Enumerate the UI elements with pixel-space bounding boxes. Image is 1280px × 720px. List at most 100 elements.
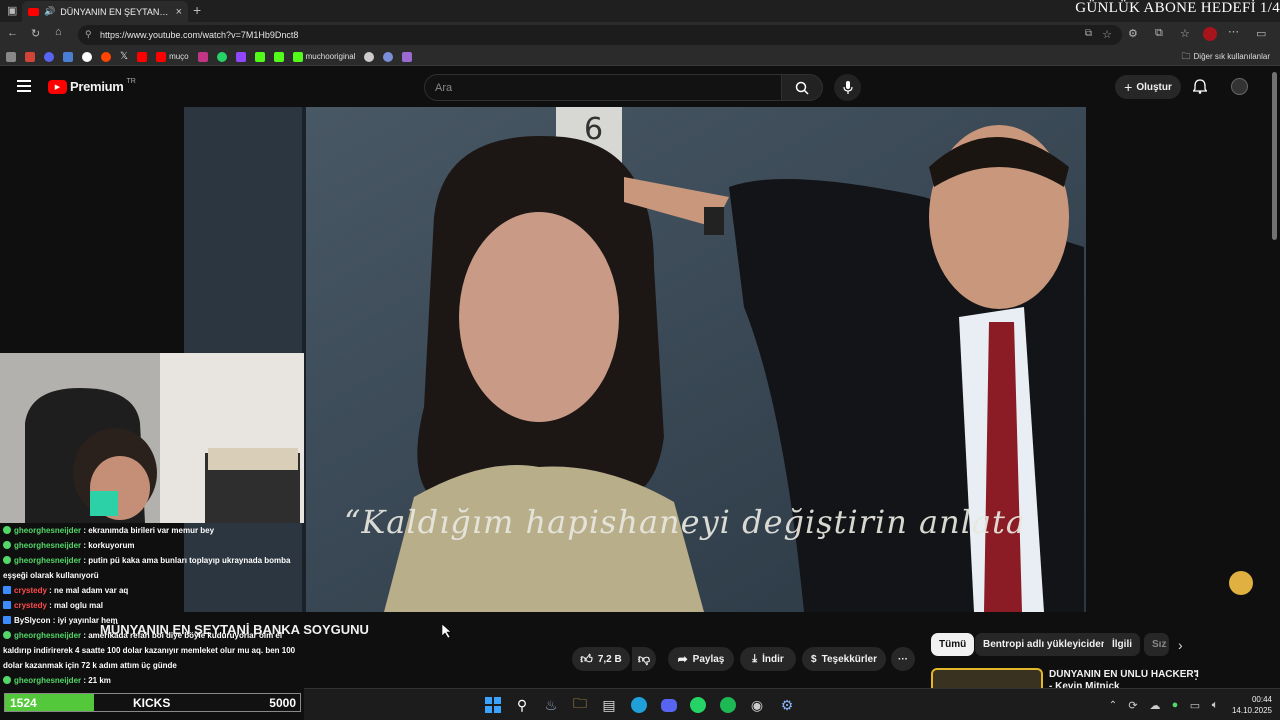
chip-related[interactable]: İlgili (1104, 633, 1140, 656)
youtube-play-icon: ▶ (48, 79, 67, 94)
chat-username: gheorghesneijder (14, 541, 82, 550)
app-install-icon[interactable]: ⧉ (1085, 28, 1092, 39)
more-actions-button[interactable]: ··· (891, 647, 915, 671)
bookmark-6[interactable]: 𝕏 (120, 51, 128, 62)
window-menu-icon[interactable]: ▣ (7, 4, 17, 17)
other-bookmarks[interactable]: 🗀 Diğer sık kullanılanlar (1182, 49, 1271, 65)
chat-badge-icon (3, 526, 11, 534)
bookmark-10[interactable] (254, 51, 265, 62)
share-button[interactable]: ➦ Paylaş (668, 647, 734, 671)
chip-uploader[interactable]: Bentropi adlı yükleyiciden (975, 633, 1115, 656)
audio-playing-icon[interactable]: 🔊 (44, 6, 55, 17)
other-bookmarks-label: Diğer sık kullanılanlar (1193, 52, 1270, 61)
video-player[interactable]: 6 “Kaldığım hapishaneyi değiştirin anlat… (184, 107, 1086, 612)
search-input[interactable]: Ara (424, 74, 782, 101)
network-icon[interactable]: ▭ (1186, 696, 1204, 714)
volume-icon[interactable]: 🔈︎ (1206, 696, 1224, 714)
plus-icon: + (1124, 79, 1133, 95)
kick-icon (254, 51, 265, 62)
home-icon[interactable]: ⌂ (55, 26, 62, 38)
extensions-icon[interactable]: ⚙ (1128, 27, 1138, 40)
spotify-icon[interactable] (719, 696, 737, 714)
share-label: Paylaş (692, 653, 725, 665)
search-button[interactable] (781, 74, 823, 101)
bookmark-14[interactable] (402, 51, 413, 62)
bookmark-2[interactable] (44, 51, 54, 62)
menu-icon[interactable] (17, 80, 31, 92)
back-icon[interactable]: ← (7, 27, 18, 39)
edge-icon[interactable] (630, 696, 648, 714)
chat-separator: : (46, 601, 55, 610)
youtube-logo[interactable]: ▶ Premium TR (48, 78, 136, 94)
whatsapp-icon[interactable] (689, 696, 707, 714)
tray-expand-icon[interactable]: ⌃ (1104, 696, 1122, 714)
reload-icon[interactable]: ↻ (31, 27, 40, 40)
bookmark-12[interactable] (364, 51, 375, 62)
profile-avatar[interactable] (1203, 27, 1217, 41)
bookmark-muco[interactable]: muço (156, 51, 189, 62)
bookmark-5[interactable] (101, 51, 111, 62)
file-explorer-icon[interactable]: 🗀 (571, 695, 589, 714)
favorite-star-icon[interactable]: ☆ (1102, 28, 1112, 41)
site-info-icon[interactable]: ⚲ (85, 29, 92, 40)
page-scrollbar[interactable] (1272, 72, 1277, 240)
browser-tab[interactable]: 🔊 DÜNYANIN EN ŞEYTANİ BANK × (22, 1, 188, 22)
tray-microphone-icon[interactable]: ● (1166, 696, 1184, 714)
url-field[interactable]: ⚲ https://www.youtube.com/watch?v=7M1Hb9… (78, 25, 1122, 45)
favorites-icon[interactable]: ☆ (1180, 27, 1190, 40)
bookmark-8[interactable] (216, 51, 227, 62)
obs-icon[interactable]: ◉ (748, 696, 766, 714)
steam-icon[interactable]: ♨ (542, 696, 560, 714)
tray-sync-icon[interactable]: ⟳ (1124, 696, 1142, 714)
like-button[interactable]: 👍︎ 7,2 B (572, 647, 630, 671)
dislike-button[interactable]: 👎︎ (632, 647, 656, 671)
youtube-icon (156, 51, 167, 62)
more-options-icon[interactable]: ⋯ (1228, 25, 1239, 38)
bookmark-13[interactable] (383, 51, 394, 62)
bookmark-4[interactable] (82, 51, 92, 62)
create-button[interactable]: + Oluştur (1115, 75, 1181, 99)
windows-start-icon[interactable] (484, 696, 502, 714)
bookmark-1[interactable] (25, 51, 35, 62)
bookmark-icon (63, 51, 73, 62)
bookmark-youtube[interactable] (137, 51, 148, 62)
discord-icon[interactable] (660, 696, 678, 714)
account-avatar[interactable] (1231, 78, 1248, 95)
webcam-frame (0, 353, 304, 523)
video-caption: “Kaldığım hapishaneyi değiştirin anlata (344, 503, 1026, 541)
search-icon[interactable]: ⚲ (513, 696, 531, 714)
close-tab-icon[interactable]: × (176, 6, 182, 18)
chat-text: ekranımda birileri var memur bey (88, 526, 215, 535)
bookmark-7[interactable] (197, 51, 208, 62)
mouse-cursor (441, 623, 452, 639)
notifications-button[interactable] (1192, 79, 1208, 99)
system-clock[interactable]: 00:44 14.10.2025 (1232, 694, 1272, 716)
chevron-right-icon[interactable]: › (1178, 637, 1183, 653)
bookmark-apps[interactable] (6, 51, 16, 62)
bookmark-3[interactable] (63, 51, 73, 62)
bookmark-icon (383, 51, 394, 62)
bookmark-11[interactable] (273, 51, 284, 62)
chip-all[interactable]: Tümü (931, 633, 975, 656)
voice-search-button[interactable] (834, 74, 861, 101)
chip-more[interactable]: Sız (1144, 633, 1169, 656)
sidebar-toggle-icon[interactable]: ▭ (1256, 27, 1266, 40)
thumbs-down-icon: 👎︎ (637, 651, 651, 666)
split-screen-icon[interactable]: ⧉ (1155, 27, 1163, 40)
download-button[interactable]: ⤓ İndir (740, 647, 796, 671)
bookmark-9[interactable] (235, 51, 246, 62)
bookmark-muchooriginal[interactable]: muchooriginal (292, 51, 355, 62)
kicks-current: 1524 (10, 696, 37, 710)
app-icon[interactable]: ⚙ (778, 696, 796, 714)
next-video-menu-icon[interactable]: ⋮ (1190, 668, 1202, 682)
live-chat-overlay: gheorghesneijder : ekranımda birileri va… (0, 523, 304, 693)
chat-text: korkuyorum (88, 541, 135, 550)
kicks-goal: 5000 (269, 696, 296, 710)
store-icon[interactable]: ▤ (600, 696, 618, 714)
new-tab-button[interactable]: + (193, 2, 201, 18)
tray-app-icon[interactable]: ☁ (1146, 696, 1164, 714)
next-video-thumbnail[interactable] (931, 668, 1043, 688)
thanks-button[interactable]: $ Teşekkürler (802, 647, 886, 671)
logo-text: Premium (70, 79, 124, 94)
next-video-title[interactable]: DÜNYANIN EN ÜNLÜ HACKER'I - Kevin Mitnic… (1049, 669, 1199, 688)
